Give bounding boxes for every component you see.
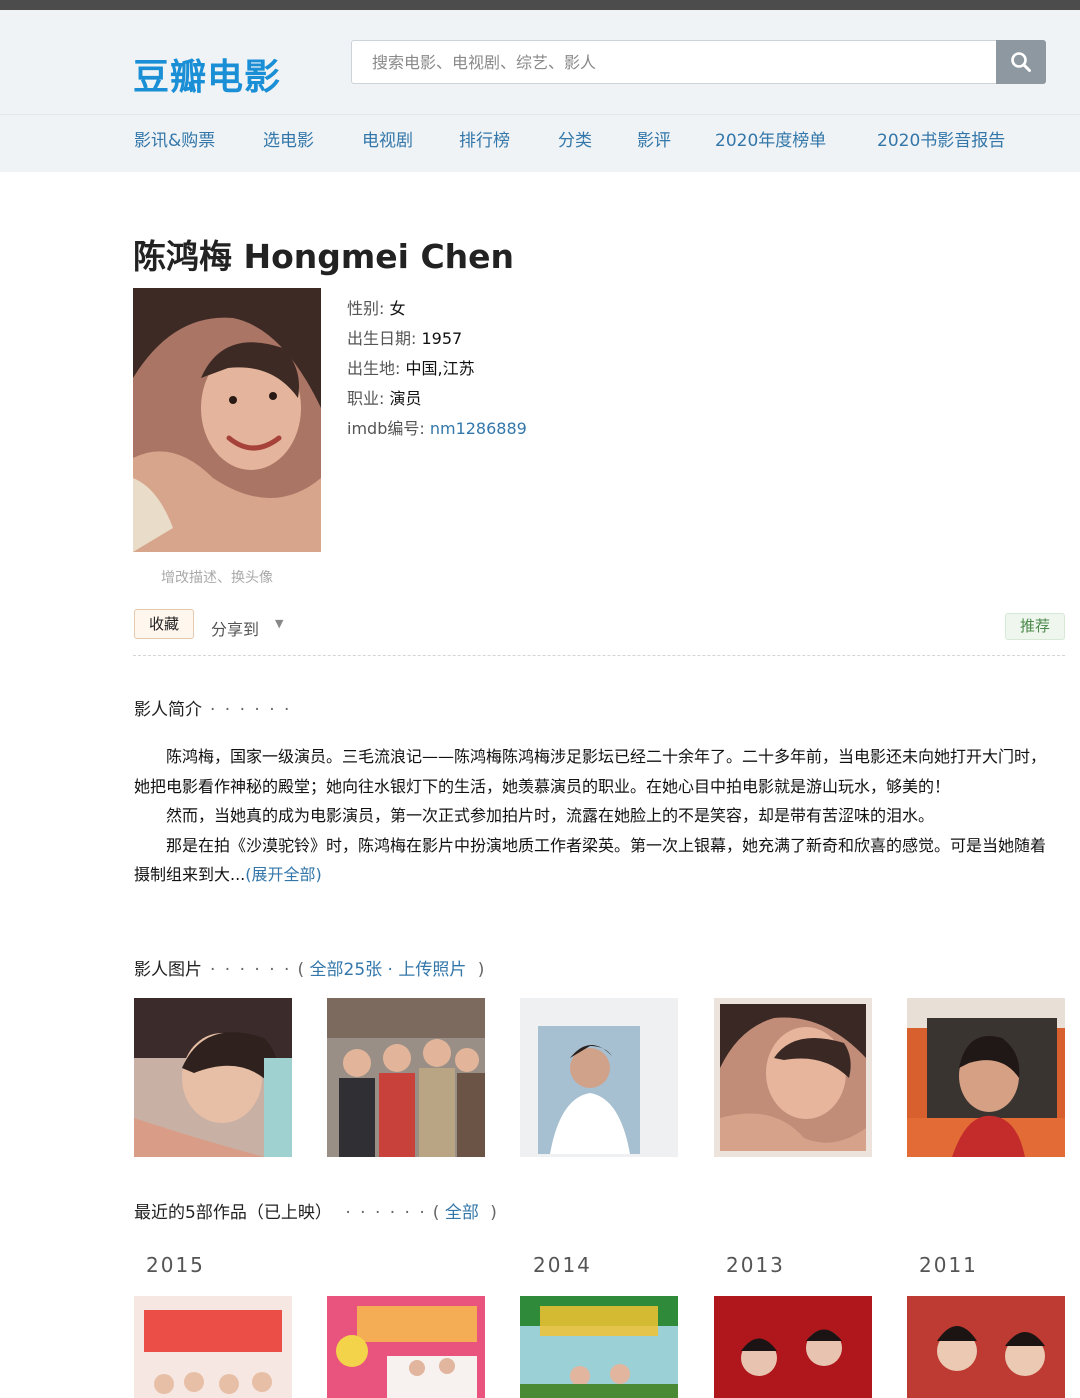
bio-heading: 影人简介 · · · · · · xyxy=(134,700,292,720)
info-imdb: imdb编号: nm1286889 xyxy=(347,419,527,438)
main-nav: 影讯&购票 选电影 电视剧 排行榜 分类 影评 2020年度榜单 2020书影音… xyxy=(0,126,1080,156)
page-title: 陈鸿梅 Hongmei Chen xyxy=(133,237,515,276)
photo-thumbnail[interactable] xyxy=(907,998,1065,1157)
nav-categories[interactable]: 分类 xyxy=(558,126,592,151)
work-poster[interactable] xyxy=(714,1296,872,1398)
info-birthplace: 出生地: 中国,江苏 xyxy=(347,359,475,378)
bio-paragraph: 陈鸿梅，国家一级演员。三毛流浪记——陈鸿梅陈鸿梅涉足影坛已经二十余年了。二十多年… xyxy=(134,747,1047,796)
work-year: 2015 xyxy=(146,1253,205,1277)
info-birthdate: 出生日期: 1957 xyxy=(347,329,463,348)
nav-divider xyxy=(0,114,1080,115)
photo-thumbnail[interactable] xyxy=(327,998,485,1157)
search-input[interactable] xyxy=(351,40,997,84)
douban-movie-logo[interactable]: 豆瓣电影 xyxy=(133,48,281,100)
photos-heading: 影人图片 · · · · · ·( 全部25张 · 上传照片 ) xyxy=(134,960,485,980)
work-year: 2011 xyxy=(919,1253,978,1277)
nav-charts[interactable]: 排行榜 xyxy=(459,126,510,151)
expand-bio-link[interactable]: (展开全部) xyxy=(245,865,322,884)
nav-annual-list[interactable]: 2020年度榜单 xyxy=(715,126,826,151)
work-year: 2013 xyxy=(726,1253,785,1277)
work-poster[interactable] xyxy=(327,1296,485,1398)
info-gender: 性别: 女 xyxy=(347,299,406,318)
nav-tickets[interactable]: 影讯&购票 xyxy=(134,126,215,151)
works-heading: 最近的5部作品（已上映） · · · · · ·( 全部 ) xyxy=(134,1203,497,1223)
edit-avatar-link[interactable]: 增改描述、换头像 xyxy=(161,567,273,587)
work-poster[interactable] xyxy=(907,1296,1065,1398)
person-info: 性别: 女 出生日期: 1957 出生地: 中国,江苏 职业: 演员 imdb编… xyxy=(347,294,527,444)
nav-annual-report[interactable]: 2020书影音报告 xyxy=(877,126,1005,151)
all-works-link[interactable]: 全部 xyxy=(445,1203,479,1223)
share-button[interactable]: 分享到 xyxy=(211,616,259,640)
nav-reviews[interactable]: 影评 xyxy=(637,126,671,151)
browser-top-strip xyxy=(0,0,1080,10)
person-avatar[interactable] xyxy=(133,288,321,552)
work-poster[interactable] xyxy=(520,1296,678,1398)
search-icon xyxy=(1011,52,1031,72)
collect-button[interactable]: 收藏 xyxy=(134,609,194,639)
work-poster[interactable] xyxy=(134,1296,292,1398)
upload-photo-link[interactable]: 上传照片 xyxy=(398,960,466,980)
photo-thumbnail[interactable] xyxy=(520,998,678,1157)
section-divider xyxy=(133,655,1065,656)
caret-down-icon[interactable]: ▼ xyxy=(275,617,283,630)
bio-paragraph: 那是在拍《沙漠驼铃》时，陈鸿梅在影片中扮演地质工作者梁英。第一次上银幕，她充满了… xyxy=(134,835,1047,885)
photo-thumbnail[interactable] xyxy=(134,998,292,1157)
search-button[interactable] xyxy=(996,40,1046,84)
recommend-button[interactable]: 推荐 xyxy=(1005,613,1065,640)
work-year: 2014 xyxy=(533,1253,592,1277)
bio-paragraph: 然而，当她真的成为电影演员，第一次正式参加拍片时，流露在她脸上的不是笑容，却是带… xyxy=(166,806,935,825)
info-profession: 职业: 演员 xyxy=(347,389,422,408)
bio-text: 陈鸿梅，国家一级演员。三毛流浪记——陈鸿梅陈鸿梅涉足影坛已经二十余年了。二十多年… xyxy=(134,742,1058,890)
photo-thumbnail[interactable] xyxy=(714,998,872,1157)
all-photos-link[interactable]: 全部25张 xyxy=(310,960,383,980)
nav-tv[interactable]: 电视剧 xyxy=(362,126,413,151)
imdb-link[interactable]: nm1286889 xyxy=(430,419,527,438)
nav-explore-movies[interactable]: 选电影 xyxy=(263,126,314,151)
